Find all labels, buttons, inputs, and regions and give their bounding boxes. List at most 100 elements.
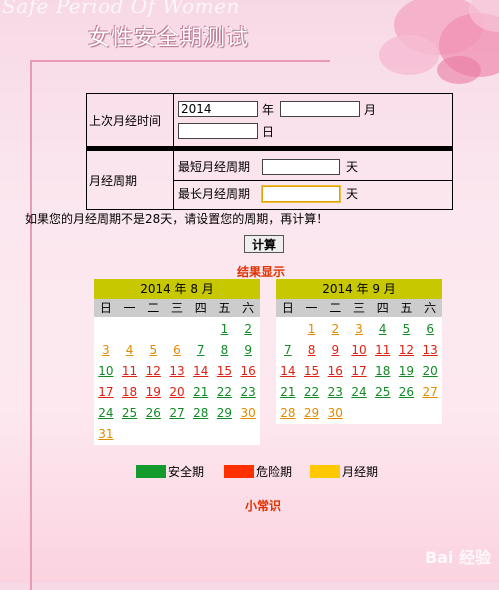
calendar-day-safe[interactable]: 18 (371, 361, 395, 382)
calculate-button[interactable]: 计算 (244, 235, 284, 253)
weekday: 一 (123, 301, 136, 315)
calendar-day-safe[interactable]: 26 (141, 403, 165, 424)
calendar-day-danger[interactable]: 9 (323, 340, 347, 361)
calendar-day-danger[interactable]: 12 (141, 361, 165, 382)
weekday: 二 (329, 301, 342, 315)
calendar-day-safe[interactable]: 1 (213, 319, 237, 340)
longest-cycle-input[interactable] (262, 185, 340, 202)
calendar-day-safe[interactable]: 23 (236, 382, 260, 403)
day-input[interactable] (178, 123, 258, 139)
calendar-day-period[interactable]: 3 (94, 340, 118, 361)
calendar-day-danger[interactable]: 16 (236, 361, 260, 382)
month-input[interactable] (280, 101, 361, 117)
calendar-day-safe[interactable]: 5 (395, 319, 419, 340)
calendar-empty-cell (118, 319, 142, 340)
calendar-day-danger[interactable]: 16 (323, 361, 347, 382)
shortest-cycle-input[interactable] (262, 158, 340, 175)
calendar-day-safe[interactable]: 19 (395, 361, 419, 382)
input-form-table: 上次月经时间 年 月 日 月经周期 最短月经周期 天 最长月经周期 (86, 93, 453, 210)
weekday: 五 (400, 301, 413, 315)
calendar-day-period[interactable]: 31 (94, 424, 118, 445)
calendar-day-danger[interactable]: 15 (213, 361, 237, 382)
calendar-day-danger[interactable]: 17 (94, 382, 118, 403)
calendar-day-period[interactable]: 29 (300, 403, 324, 424)
weekday: 五 (218, 301, 231, 315)
calendar-day-danger[interactable]: 13 (165, 361, 189, 382)
header-background-text: Safe Period Of Women (2, 0, 240, 18)
last-period-cell: 年 月 日 (173, 93, 453, 147)
calendar-day-danger[interactable]: 19 (141, 382, 165, 403)
weekday: 六 (424, 301, 437, 315)
calendar-day-safe[interactable]: 21 (189, 382, 213, 403)
calendar-day-safe[interactable]: 9 (236, 340, 260, 361)
calendar-day-safe[interactable]: 7 (189, 340, 213, 361)
calendar-empty-cell (94, 319, 118, 340)
calendar-day-danger[interactable]: 14 (189, 361, 213, 382)
calendar-day-danger[interactable]: 12 (395, 340, 419, 361)
calendar-day-danger[interactable]: 10 (347, 340, 371, 361)
calendar-day-period[interactable]: 27 (418, 382, 442, 403)
calendar-day-period[interactable]: 4 (118, 340, 142, 361)
year-input[interactable] (178, 101, 258, 117)
calendar-day-danger[interactable]: 11 (118, 361, 142, 382)
legend-swatch-danger (224, 465, 254, 478)
calendar-day-safe[interactable]: 25 (118, 403, 142, 424)
calendar-day-safe[interactable]: 28 (189, 403, 213, 424)
calendar-day-danger[interactable]: 20 (165, 382, 189, 403)
weekday: 二 (147, 301, 160, 315)
calendar-day-danger[interactable]: 15 (300, 361, 324, 382)
calendar-day-period[interactable]: 30 (236, 403, 260, 424)
weekday: 一 (305, 301, 318, 315)
calendar-day-safe[interactable]: 24 (347, 382, 371, 403)
last-period-label: 上次月经时间 (86, 93, 174, 147)
weekday: 三 (352, 301, 365, 315)
calendar-day-danger[interactable]: 13 (418, 340, 442, 361)
calendar-day-period[interactable]: 1 (300, 319, 324, 340)
calendar-day-period[interactable]: 28 (276, 403, 300, 424)
calendar-day-safe[interactable]: 25 (371, 382, 395, 403)
calendar-day-safe[interactable]: 7 (276, 340, 300, 361)
calendar-day-danger[interactable]: 8 (300, 340, 324, 361)
calendar-day-danger[interactable]: 14 (276, 361, 300, 382)
weekday: 四 (376, 301, 389, 315)
calendar-empty-cell (189, 319, 213, 340)
calendar-day-danger[interactable]: 18 (118, 382, 142, 403)
page-title: 女性安全期测试 (88, 26, 250, 51)
cycle-label: 月经周期 (86, 150, 174, 210)
calendar-day-period[interactable]: 5 (141, 340, 165, 361)
calendar-empty-cell (276, 319, 300, 340)
calendar-day-safe[interactable]: 2 (236, 319, 260, 340)
calendar-day-danger[interactable]: 11 (371, 340, 395, 361)
calendar-day-period[interactable]: 3 (347, 319, 371, 340)
weekday: 四 (194, 301, 207, 315)
day-unit: 日 (262, 124, 275, 139)
calendar-day-safe[interactable]: 29 (213, 403, 237, 424)
cycle-cell: 最短月经周期 天 最长月经周期 天 (173, 150, 453, 210)
legend-label-danger: 危险期 (256, 465, 293, 479)
cycle-notice: 如果您的月经周期不是28天，请设置您的周期，再计算！ (25, 212, 329, 226)
year-unit: 年 (262, 102, 275, 117)
calendar-day-safe[interactable]: 10 (94, 361, 118, 382)
calendar-day-safe[interactable]: 20 (418, 361, 442, 382)
calendar-day-safe[interactable]: 8 (213, 340, 237, 361)
legend-label-safe: 安全期 (168, 465, 205, 479)
calendar-day-safe[interactable]: 27 (165, 403, 189, 424)
calendar-august-weekdays: 日 一 二 三 四 五 六 (94, 299, 260, 317)
calendar-empty-cell (165, 319, 189, 340)
calendar-august-title: 2014 年 8 月 (94, 279, 260, 299)
calendar-day-safe[interactable]: 23 (323, 382, 347, 403)
calendar-day-safe[interactable]: 22 (213, 382, 237, 403)
calendar-day-safe[interactable]: 6 (418, 319, 442, 340)
flower-decoration-icon (379, 0, 499, 84)
legend-label-period: 月经期 (342, 465, 379, 479)
calendar-day-safe[interactable]: 26 (395, 382, 419, 403)
calendar-day-danger[interactable]: 17 (347, 361, 371, 382)
calendar-day-period[interactable]: 2 (323, 319, 347, 340)
calendar-day-period[interactable]: 30 (323, 403, 347, 424)
calendar-day-safe[interactable]: 24 (94, 403, 118, 424)
legend-danger: 危险期 (224, 463, 292, 480)
calendar-day-safe[interactable]: 4 (371, 319, 395, 340)
calendar-day-safe[interactable]: 22 (300, 382, 324, 403)
calendar-day-period[interactable]: 6 (165, 340, 189, 361)
calendar-day-safe[interactable]: 21 (276, 382, 300, 403)
